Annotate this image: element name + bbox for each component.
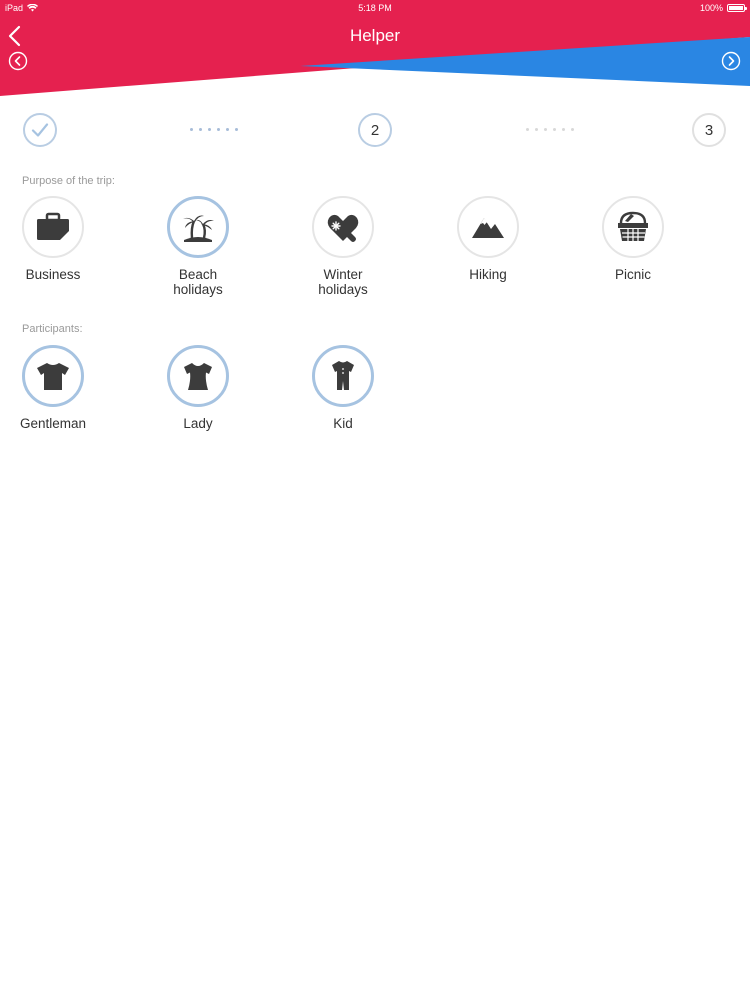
previous-circle-icon[interactable] <box>8 51 28 71</box>
participant-option-gentleman[interactable]: Gentleman <box>0 345 108 431</box>
participant-option-label: Kid <box>333 416 353 431</box>
picnic-basket-icon <box>618 211 648 241</box>
participant-option-kid[interactable]: Kid <box>288 345 398 431</box>
battery-icon <box>727 4 747 12</box>
briefcase-icon <box>37 212 69 240</box>
mountain-icon <box>472 218 504 238</box>
purpose-option-label: Beach holidays <box>173 267 223 297</box>
purpose-option-label: Picnic <box>614 267 651 282</box>
purpose-section-label: Purpose of the trip: <box>22 175 115 187</box>
participant-option-lady[interactable]: Lady <box>143 345 253 431</box>
helper-screen: iPad 5:18 PM 100% Helper 2 3 Purpose of … <box>0 0 750 1000</box>
palm-tree-icon <box>183 215 214 242</box>
participant-option-label: Lady <box>183 416 213 431</box>
purpose-option-business[interactable]: Business <box>0 196 108 282</box>
status-bar: iPad 5:18 PM 100% <box>0 0 750 16</box>
step-2-current[interactable]: 2 <box>358 113 392 147</box>
step-1-done[interactable] <box>23 113 57 147</box>
battery-percent: 100% <box>699 3 723 13</box>
step-3-upcoming[interactable]: 3 <box>692 113 726 147</box>
step-connector-2 <box>526 128 574 131</box>
purpose-option-beach-holidays[interactable]: Beach holidays <box>143 196 253 297</box>
purpose-option-label: Business <box>25 267 81 282</box>
step-connector-1 <box>190 128 238 131</box>
status-time: 5:18 PM <box>358 3 392 13</box>
page-title: Helper <box>349 26 401 45</box>
wizard-stepper: 2 3 <box>0 113 750 151</box>
checkmark-icon <box>31 123 49 137</box>
purpose-option-label: Winter holidays <box>318 267 368 297</box>
purpose-option-winter-holidays[interactable]: Winter holidays <box>288 196 398 297</box>
blouse-icon <box>184 363 212 390</box>
header: iPad 5:18 PM 100% Helper <box>0 0 750 100</box>
purpose-option-picnic[interactable]: Picnic <box>578 196 688 282</box>
mitten-icon <box>327 214 359 242</box>
onesie-icon <box>332 361 354 390</box>
next-circle-icon[interactable] <box>721 51 741 71</box>
participants-section-label: Participants: <box>22 323 83 335</box>
participant-option-label: Gentleman <box>19 416 87 431</box>
tshirt-icon <box>37 363 69 390</box>
purpose-option-label: Hiking <box>469 267 507 282</box>
purpose-option-hiking[interactable]: Hiking <box>433 196 543 282</box>
